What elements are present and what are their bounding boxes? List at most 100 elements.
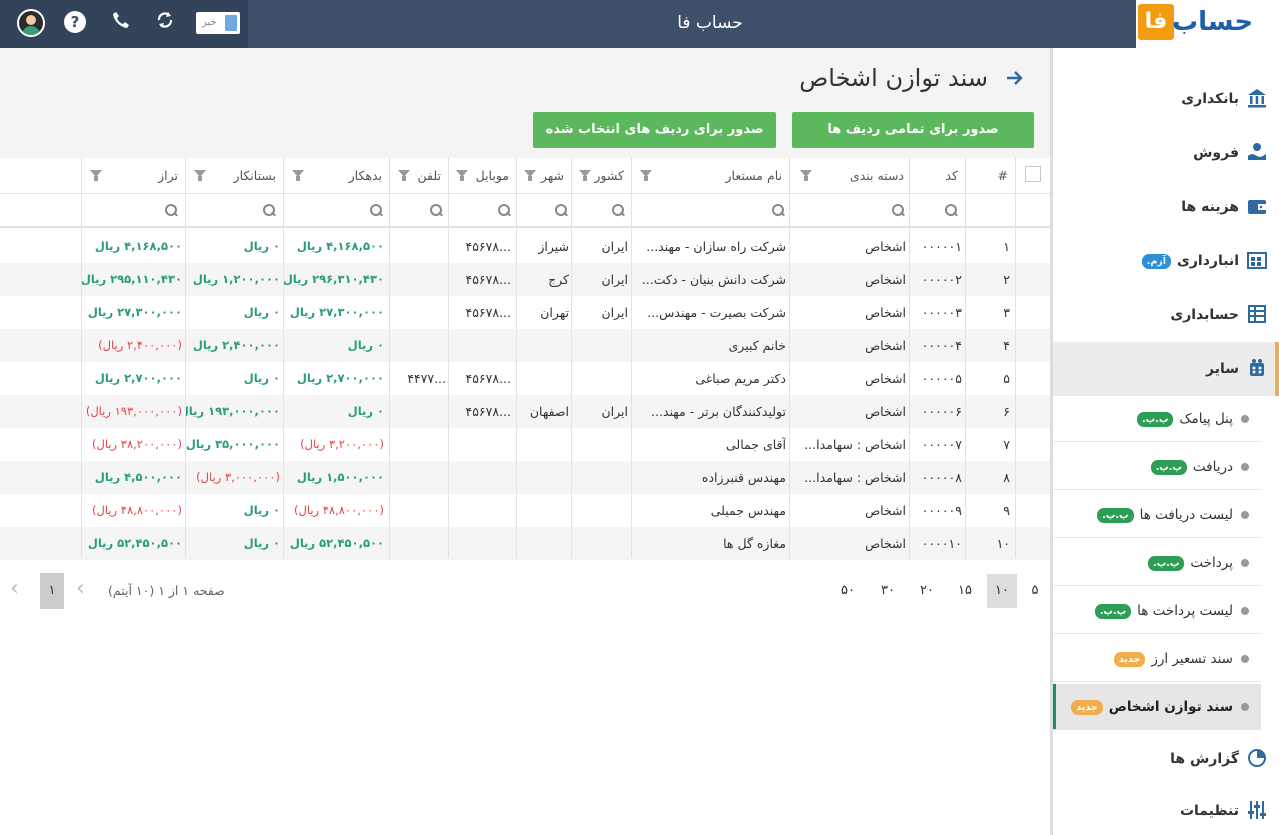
filter-funnel-icon[interactable] [524,170,536,182]
submenu-item-text: سند توازن اشخاص [1108,699,1233,715]
select-all-checkbox[interactable] [1025,166,1041,182]
cell-phone [390,428,446,461]
chevron-left-icon[interactable]: ‹ [76,576,85,601]
logo[interactable]: فا حساب [1136,0,1279,48]
cell-mobile [449,428,511,461]
submenu-item-text: پرداخت [1190,555,1233,571]
submenu-item[interactable]: سند تسعیر ارز جدید [1053,636,1261,682]
submenu-item[interactable]: پرداخت پ.پ. [1053,540,1261,586]
cell-category: اشخاص [865,305,906,320]
sidebar-item-sales[interactable]: فروش [1053,126,1279,180]
page-size-option[interactable]: ۲۰ [912,574,942,608]
cell-creditor: ۰ ریال [243,371,280,385]
pro-badge: پ.پ. [1097,507,1134,523]
table-row[interactable]: ۸ ۰۰۰۰۰۸ اشخاص : سهامدا... مهندس قنبرزاده ۱,… [0,461,1050,494]
issue-all-rows-button[interactable]: صدور برای تمامی ردیف ها [792,112,1034,148]
table-row[interactable]: ۳ ۰۰۰۰۰۳ اشخاص شرکت بصیرت - مهندس... ایران ته… [0,296,1050,329]
search-icon[interactable] [892,204,905,217]
cell-mobile [449,461,511,494]
cell-balance: (۱۹۳,۰۰۰,۰۰۰ ریال) [85,404,182,418]
col-num[interactable]: # [966,158,1016,194]
filter-funnel-icon[interactable] [800,170,812,182]
page-size-option-selected[interactable]: ۱۰ [987,574,1017,608]
cell-code: ۰۰۰۰۰۱ [921,239,962,254]
table-row[interactable]: ۱۰ ۰۰۰۰۱۰ اشخاص مغازه گل ها ۵۲,۴۵۰,۵۰۰ ریال ۰… [0,527,1050,560]
submenu-item[interactable]: پنل پیامک پ.پ. [1053,396,1261,442]
search-icon[interactable] [430,204,443,217]
cell-code: ۰۰۰۰۰۳ [921,305,962,320]
sidebar-item-banking[interactable]: بانکداری [1053,72,1279,126]
submenu-item-active[interactable]: سند توازن اشخاص جدید [1053,684,1261,730]
cell-name: دکتر مریم صباغی [695,371,786,386]
chevron-left-icon[interactable]: ‹ [10,576,19,601]
sidebar-item-label: گزارش ها [1170,751,1239,767]
submenu-item[interactable]: لیست پرداخت ها پ.پ. [1053,588,1261,634]
page-size-option[interactable]: ۵۰ [833,574,863,608]
sidebar-item-reports[interactable]: گزارش ها [1053,732,1279,786]
cell-phone [390,230,446,263]
search-icon[interactable] [370,204,383,217]
filter-funnel-icon[interactable] [398,170,410,182]
grid-divider [571,158,572,558]
sidebar-item-label: هزینه ها [1181,199,1239,215]
cell-name: شرکت راه سازان - مهند... [646,239,786,254]
table-row[interactable]: ۹ ۰۰۰۰۰۹ اشخاص مهندس جمیلی (۴۸,۸۰۰,۰۰۰ ریال)… [0,494,1050,527]
table-row[interactable]: ۱ ۰۰۰۰۰۱ اشخاص شرکت راه سازان - مهند... ایرا… [0,230,1050,263]
table-row[interactable]: ۲ ۰۰۰۰۰۲ اشخاص شرکت دانش بنیان - دکت... ایرا… [0,263,1050,296]
search-icon[interactable] [165,204,178,217]
cell-phone [390,395,446,428]
search-icon[interactable] [263,204,276,217]
cell-country [572,329,628,362]
cell-city [517,329,569,362]
news-toggle[interactable]: خبر [196,12,240,34]
filter-funnel-icon[interactable] [456,170,468,182]
page-size-option[interactable]: ۳۰ [873,574,903,608]
back-arrow-icon[interactable] [1004,68,1024,94]
sidebar-item-expenses[interactable]: هزینه ها [1053,180,1279,234]
cell-creditor: ۰ ریال [243,305,280,319]
grid-divider [909,158,910,558]
user-avatar[interactable] [17,9,45,37]
submenu-item[interactable]: دریافت پ.پ. [1053,444,1261,490]
sidebar-item-settings[interactable]: تنظیمات [1053,784,1279,835]
page-size-option[interactable]: ۱۵ [950,574,980,608]
table-row[interactable]: ۶ ۰۰۰۰۰۶ اشخاص تولیدکنندگان برتر - مهند... ا… [0,395,1050,428]
table-row[interactable]: ۷ ۰۰۰۰۰۷ اشخاص : سهامدا... آقای جمالی (۳,۲۰۰… [0,428,1050,461]
cell-creditor: ۰ ریال [243,239,280,253]
sidebar-item-warehouse[interactable]: انبارداری آزم. [1053,234,1279,288]
filter-funnel-icon[interactable] [90,170,102,182]
col-code[interactable]: کد [910,158,966,194]
filter-funnel-icon[interactable] [194,170,206,182]
cell-name: آقای جمالی [725,437,786,452]
search-icon[interactable] [498,204,511,217]
sidebar-item-other[interactable]: سایر [1053,342,1279,396]
cell-category: اشخاص [865,239,906,254]
cell-city [517,428,569,461]
cell-country: ایران [601,305,628,320]
current-page[interactable]: ۱ [40,573,64,609]
issue-selected-rows-button[interactable]: صدور برای ردیف های انتخاب شده [533,112,776,148]
sidebar-item-accounting[interactable]: حسابداری [1053,288,1279,342]
filter-funnel-icon[interactable] [640,170,652,182]
help-icon[interactable]: ? [64,11,86,33]
filter-funnel-icon[interactable] [579,170,591,182]
search-icon[interactable] [945,204,958,217]
pro-badge: پ.پ. [1150,459,1187,475]
new-badge: جدید [1113,651,1146,667]
submenu-item[interactable]: لیست دریافت ها پ.پ. [1053,492,1261,538]
cell-name: خانم کبیری [728,338,786,353]
search-icon[interactable] [555,204,568,217]
cell-code: ۰۰۰۰۰۷ [921,437,962,452]
sync-icon[interactable] [152,10,178,36]
table-row[interactable]: ۴ ۰۰۰۰۰۴ اشخاص خانم کبیری ۰ ریال ۲,۴۰۰,۰۰۰ ری… [0,329,1050,362]
col-name[interactable]: نام مستعار [632,158,790,194]
table-row[interactable]: ۵ ۰۰۰۰۰۵ اشخاص دکتر مریم صباغی ...۴۵۶۷۸ ...۴۴… [0,362,1050,395]
search-icon[interactable] [612,204,625,217]
phone-icon[interactable] [108,10,134,36]
page-size-option[interactable]: ۵ [1020,574,1050,608]
cell-phone [390,329,446,362]
search-icon[interactable] [772,204,785,217]
pro-badge: پ.پ. [1137,411,1174,427]
cell-mobile: ...۴۵۶۷۸ [465,239,512,254]
filter-funnel-icon[interactable] [292,170,304,182]
